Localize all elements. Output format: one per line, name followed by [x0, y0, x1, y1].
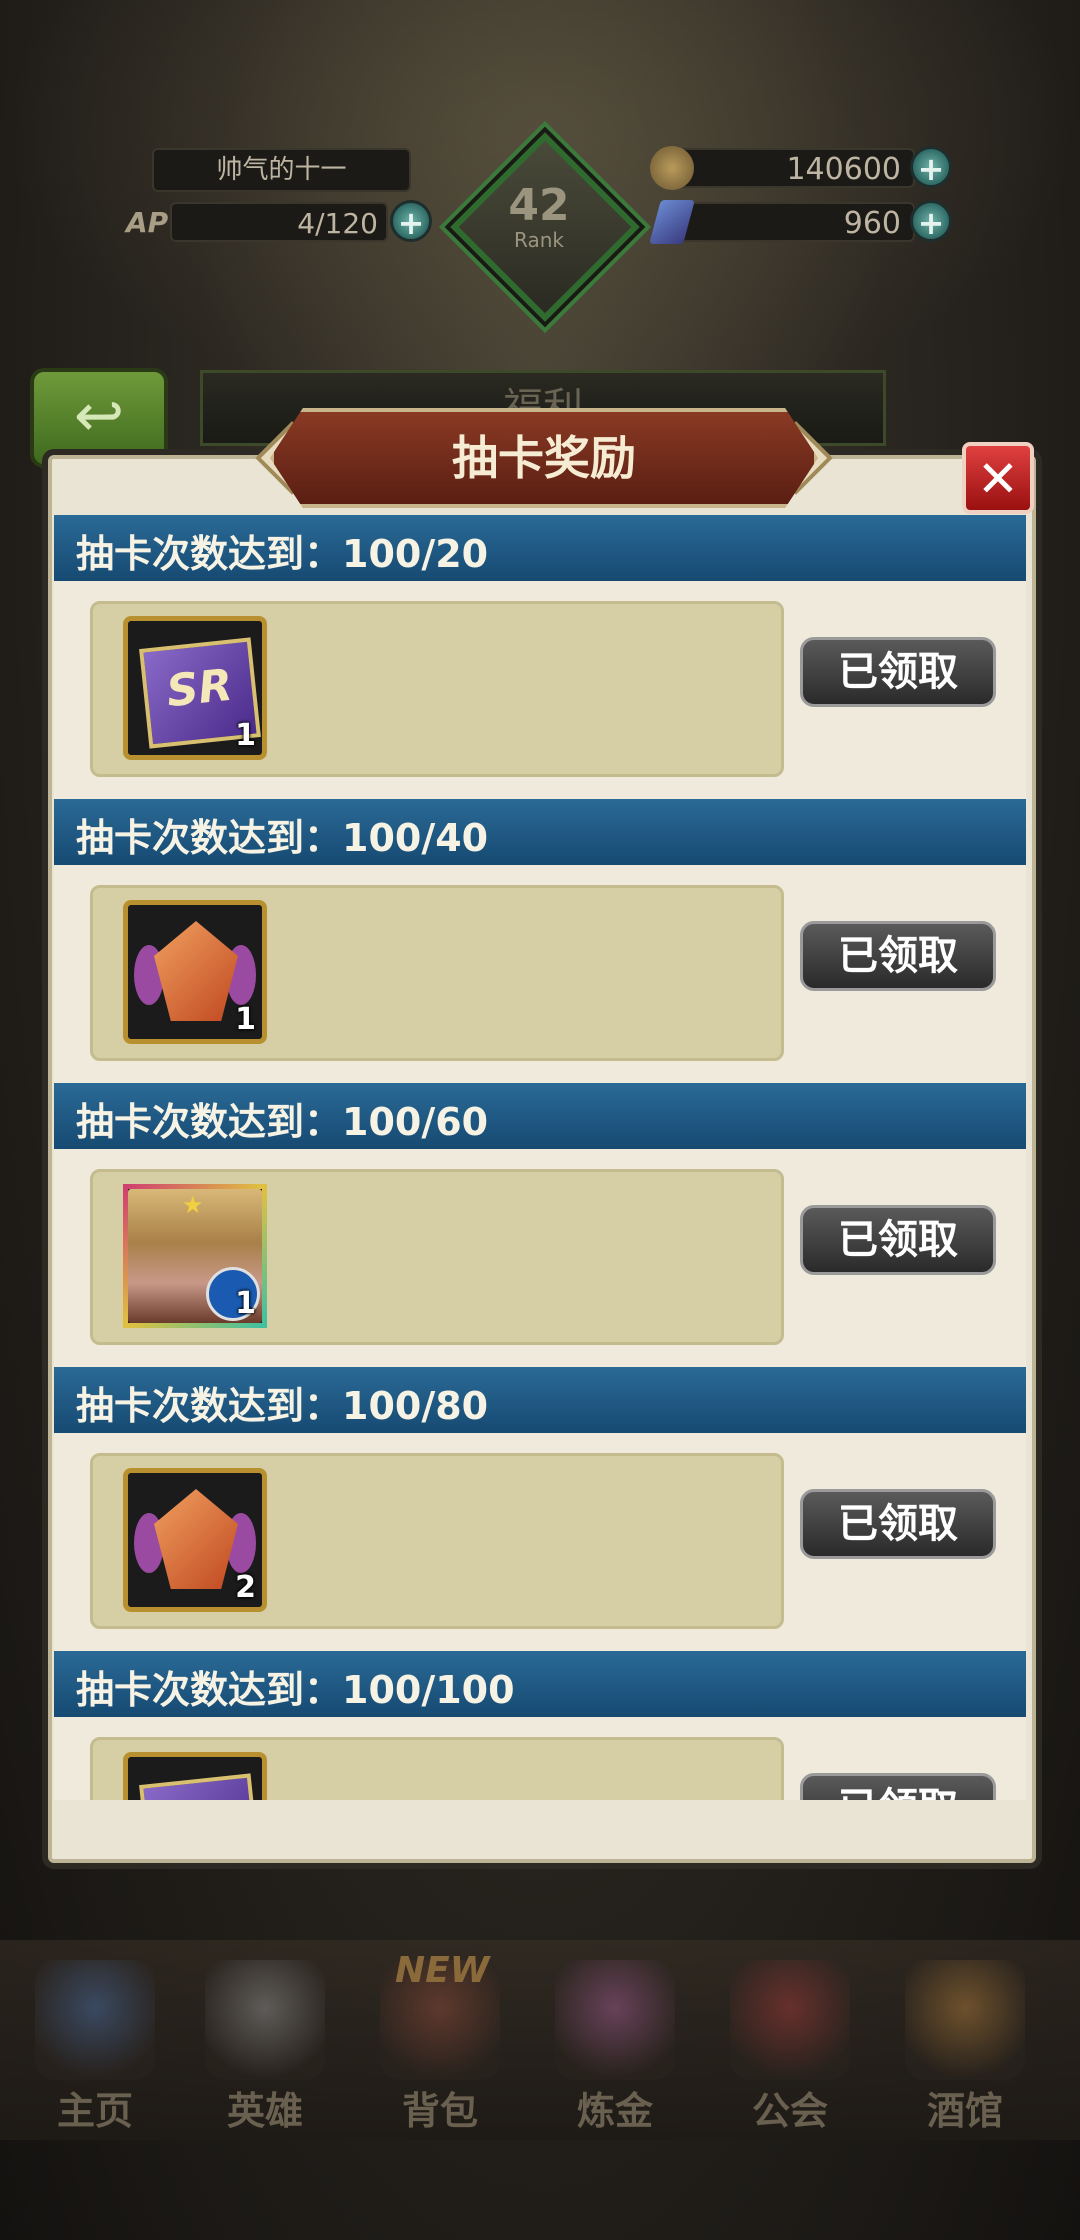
reward-tier-body: 1 已领取 — [54, 865, 1026, 1083]
crest-gem — [154, 921, 238, 1021]
knight-helmet-icon — [205, 1960, 325, 2080]
close-button[interactable]: ✕ — [962, 442, 1034, 514]
item-quantity: 1 — [235, 718, 256, 753]
player-name: 帅气的十一 — [152, 148, 411, 192]
star-icon: ★ — [182, 1191, 204, 1219]
reward-list[interactable]: 抽卡次数达到：100/20 SR 1 已领取 抽卡次数达到：100/40 1 已… — [54, 515, 1026, 1800]
crystal-crest-icon[interactable]: 1 — [123, 900, 267, 1044]
reward-panel: 2 — [90, 1453, 784, 1629]
nav-label: 炼金 — [576, 2089, 653, 2133]
hero-portrait-icon[interactable]: ★ 1 — [123, 1184, 267, 1328]
tier-requirement: 抽卡次数达到：100/20 — [76, 532, 489, 576]
castle-icon — [35, 1960, 155, 2080]
crest-gem — [154, 1489, 238, 1589]
add-ap-button[interactable]: + — [390, 200, 432, 242]
beer-mug-icon — [905, 1960, 1025, 2080]
sr-card-ticket-icon[interactable]: SR 1 — [123, 616, 267, 760]
dialog-title: 抽卡奖励 — [270, 408, 818, 508]
reward-tier-header: 抽卡次数达到：100/40 — [54, 799, 1026, 868]
claimed-button[interactable]: 已领取 — [800, 921, 996, 991]
nav-label: 公会 — [751, 2089, 828, 2133]
nav-label: 主页 — [56, 2089, 133, 2133]
claimed-button[interactable]: 已领取 — [800, 1773, 996, 1800]
claimed-button[interactable]: 已领取 — [800, 1205, 996, 1275]
reward-tier: 抽卡次数达到：100/100 SR 已领取 — [54, 1651, 1026, 1800]
reward-tier-header: 抽卡次数达到：100/100 — [54, 1651, 1026, 1720]
item-quantity: 2 — [235, 1570, 256, 1605]
alchemy-flask-icon — [555, 1960, 675, 2080]
nav-item[interactable]: 公会 — [705, 1960, 875, 2133]
reward-tier-body: 2 已领取 — [54, 1433, 1026, 1651]
guild-shield-icon — [730, 1960, 850, 2080]
nav-label: 英雄 — [226, 2089, 303, 2133]
gold-coin-icon — [650, 146, 694, 190]
nav-label: 酒馆 — [926, 2089, 1003, 2133]
reward-tier: 抽卡次数达到：100/60 ★ 1 已领取 — [54, 1083, 1026, 1367]
gem-counter: 960 — [680, 202, 915, 242]
back-button[interactable]: ↩ — [30, 368, 168, 468]
add-gems-button[interactable]: + — [910, 200, 952, 242]
add-gold-button[interactable]: + — [910, 146, 952, 188]
new-badge: NEW — [395, 1950, 490, 1991]
reward-tier-body: SR 1 已领取 — [54, 581, 1026, 799]
gold-counter: 140600 — [660, 148, 915, 188]
tier-requirement: 抽卡次数达到：100/40 — [76, 816, 489, 860]
tier-requirement: 抽卡次数达到：100/60 — [76, 1100, 489, 1144]
item-quantity: 1 — [235, 1002, 256, 1037]
sr-card-ticket-icon[interactable]: SR — [123, 1752, 267, 1800]
nav-label: 背包 — [401, 2089, 478, 2133]
nav-item[interactable]: 酒馆 — [880, 1960, 1050, 2133]
ap-counter: 4/120 — [170, 202, 388, 242]
reward-tier-body: SR 已领取 — [54, 1717, 1026, 1800]
crystal-crest-icon[interactable]: 2 — [123, 1468, 267, 1612]
reward-tier: 抽卡次数达到：100/80 2 已领取 — [54, 1367, 1026, 1651]
tier-requirement: 抽卡次数达到：100/100 — [76, 1668, 515, 1712]
reward-panel: SR 1 — [90, 601, 784, 777]
reward-tier-header: 抽卡次数达到：100/80 — [54, 1367, 1026, 1436]
nav-item[interactable]: 炼金 — [530, 1960, 700, 2133]
close-icon: ✕ — [977, 450, 1019, 508]
tier-requirement: 抽卡次数达到：100/80 — [76, 1384, 489, 1428]
reward-tier-header: 抽卡次数达到：100/20 — [54, 515, 1026, 584]
reward-panel: SR — [90, 1737, 784, 1800]
back-arrow-icon: ↩ — [73, 381, 125, 451]
claimed-button[interactable]: 已领取 — [800, 637, 996, 707]
claimed-button[interactable]: 已领取 — [800, 1489, 996, 1559]
reward-tier: 抽卡次数达到：100/40 1 已领取 — [54, 799, 1026, 1083]
reward-panel: 1 — [90, 885, 784, 1061]
nav-item[interactable]: 主页 — [10, 1960, 180, 2133]
ap-label: AP — [126, 206, 169, 239]
nav-item[interactable]: 英雄 — [180, 1960, 350, 2133]
reward-tier: 抽卡次数达到：100/20 SR 1 已领取 — [54, 515, 1026, 799]
rank-number: 42 — [508, 180, 570, 231]
nav-item[interactable]: 背包 NEW — [355, 1950, 525, 2133]
rank-label: Rank — [514, 228, 564, 252]
sr-label: SR — [139, 1773, 261, 1800]
reward-tier-header: 抽卡次数达到：100/60 — [54, 1083, 1026, 1152]
reward-panel: ★ 1 — [90, 1169, 784, 1345]
item-quantity: 1 — [235, 1286, 256, 1321]
reward-tier-body: ★ 1 已领取 — [54, 1149, 1026, 1367]
